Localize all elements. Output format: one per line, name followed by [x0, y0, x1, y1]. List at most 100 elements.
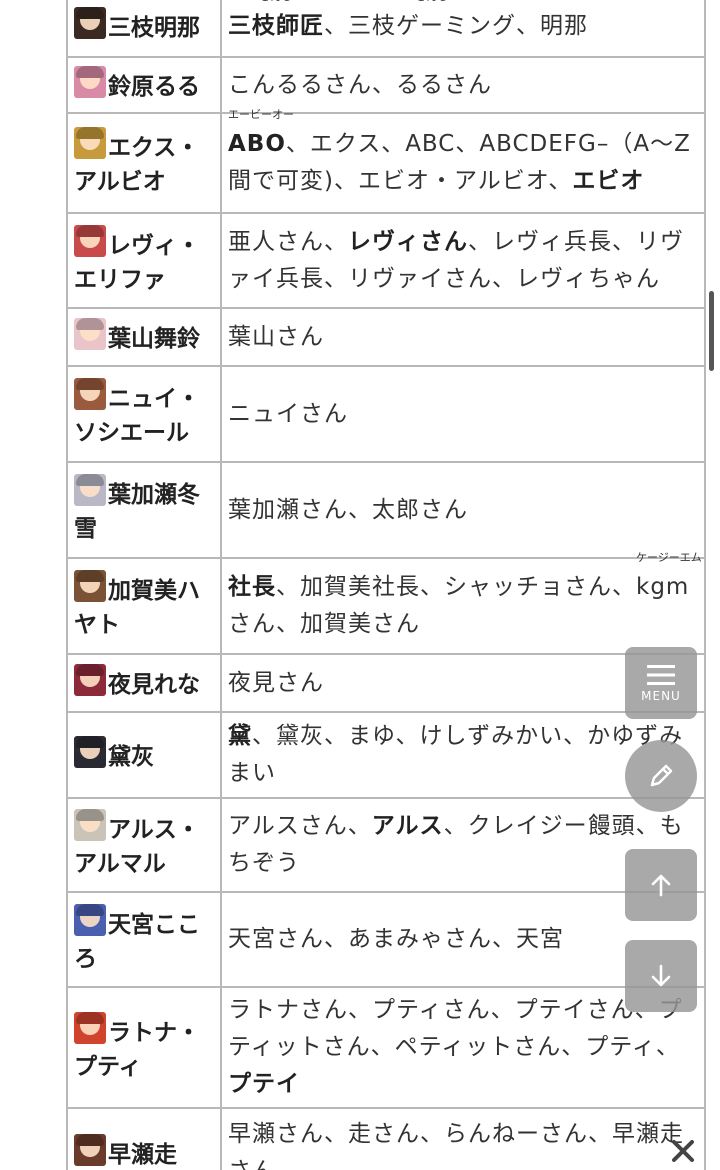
nickname-cell: 葉山さん — [220, 307, 706, 367]
nickname-segment: さん、加賀美さん — [228, 611, 420, 637]
avatar-icon — [74, 809, 106, 841]
table-row: 黛灰 黛、黛灰、まゆ、けしずみかい、かゆずみまい — [66, 711, 706, 799]
table-row: ラトナ・プティ ラトナさん、プティさん、プテイさん、プティットさん、ペティットさん… — [66, 986, 706, 1109]
nickname-text: さんし三枝師匠、 さんし三枝ゲーミング、明那 — [228, 0, 588, 39]
nickname-segment: 三枝ゲーミング — [348, 12, 516, 39]
furigana-text: エービーオー — [228, 108, 294, 121]
avatar-icon — [74, 378, 106, 410]
nickname-segment: 、加賀美社長、シャッチョさん、 — [276, 574, 636, 600]
nickname-text: 黛、黛灰、まゆ、けしずみかい、かゆずみまい — [228, 723, 683, 786]
close-icon[interactable] — [670, 1138, 696, 1164]
pencil-icon — [650, 764, 673, 787]
member-name: 夜見れな — [108, 672, 200, 698]
nickname-segment: 天宮さん、あまみゃさん、天宮 — [228, 926, 564, 952]
member-name: 鈴原るる — [108, 74, 200, 100]
arrow-down-icon — [651, 964, 671, 987]
nickname-text: エービーオー ABO、エクス、ABC、ABCDEFG–（A〜Z間で可変)、エビオ・… — [228, 109, 691, 194]
nickname-cell: 社長、加賀美社長、シャッチョさん、 ケージーエム kgm さん、加賀美さん — [220, 552, 706, 655]
furigana-text: ケージーエム — [636, 551, 702, 564]
avatar-icon — [74, 66, 106, 98]
nickname-segment: ニュイさん — [228, 400, 348, 427]
nickname-text: 葉山さん — [228, 324, 324, 350]
nickname-cell: ニュイさん — [220, 365, 706, 463]
nickname-segment: 葉山さん — [228, 323, 324, 350]
avatar-icon — [74, 736, 106, 768]
member-name: 早瀬走 — [108, 1142, 177, 1168]
member-name-cell: 三枝明那 — [66, 0, 222, 58]
member-name-cell: アルス・アルマル — [66, 797, 222, 893]
member-name-cell: ラトナ・プティ — [66, 986, 222, 1109]
arrow-up-icon — [651, 874, 671, 897]
avatar-icon — [74, 664, 106, 696]
ruby-word: さんし三枝師匠 — [228, 0, 324, 45]
menu-button[interactable]: MENU — [625, 647, 697, 719]
member-name-cell: 夜見れな — [66, 653, 222, 713]
avatar-icon — [74, 224, 106, 257]
avatar-icon — [74, 1011, 106, 1044]
member-name-cell: 加賀美ハヤト — [66, 557, 222, 655]
member-name-cell: レヴィ・エリファ — [66, 212, 222, 309]
nickname-segment: 、明那 — [516, 12, 588, 39]
table-body: 三枝明那さんし三枝師匠、さんし三枝ゲーミング、明那鈴原るるこんるるさん、るるさん… — [66, 0, 706, 1170]
table-row: 三枝明那さんし三枝師匠、さんし三枝ゲーミング、明那 — [66, 0, 706, 58]
table-row: 加賀美ハヤト 社長、加賀美社長、シャッチョさん、 ケージーエム kgm さん、加賀美さん — [66, 552, 706, 655]
nickname-segment: 黛 — [228, 723, 252, 749]
nickname-text: ラトナさん、プティさん、プテイさん、プティットさん、ペティットさん、プティ、プテ… — [228, 997, 683, 1097]
ruby-word: エービーオー ABO — [228, 109, 294, 163]
hamburger-icon — [647, 665, 675, 685]
ruby-word: ケージーエム kgm — [636, 552, 702, 606]
nickname-segment: アルスさん、 — [228, 813, 372, 839]
member-name-cell: 天宮こころ — [66, 891, 222, 988]
table-row: アルス・アルマル アルスさん、アルス、クレイジー饅頭、もちぞう — [66, 797, 706, 893]
table-row: 葉山舞鈴 葉山さん — [66, 307, 706, 367]
nickname-table: 三枝明那さんし三枝師匠、さんし三枝ゲーミング、明那鈴原るるこんるるさん、るるさん… — [66, 0, 706, 1170]
nickname-segment: 、黛灰、まゆ、けしずみかい、かゆずみまい — [228, 723, 684, 786]
nickname-segment: エビオ — [572, 168, 645, 194]
nickname-segment: アルス — [371, 813, 444, 839]
nickname-segment: ラトナさん、プティさん、プテイさん、プティットさん、ペティットさん、プティ、 — [228, 997, 683, 1060]
nickname-segment: 亜人さん、 — [228, 228, 348, 255]
member-name: 黛灰 — [108, 744, 154, 770]
nickname-text: 夜見さん — [228, 670, 324, 696]
member-name-cell: 鈴原るる — [66, 56, 222, 114]
nickname-text: 社長、加賀美社長、シャッチョさん、 ケージーエム kgm さん、加賀美さん — [228, 552, 702, 637]
avatar-icon — [74, 318, 106, 350]
nickname-cell: エービーオー ABO、エクス、ABC、ABCDEFG–（A〜Z間で可変)、エビオ・… — [220, 109, 706, 214]
table-row: 葉加瀬冬雪 葉加瀬さん、太郎さん — [66, 461, 706, 559]
table-row: 鈴原るる こんるるさん、るるさん — [66, 56, 706, 114]
nickname-cell: 葉加瀬さん、太郎さん — [220, 461, 706, 559]
member-name-cell: 早瀬走 — [66, 1107, 222, 1170]
member-name: 三枝明那 — [108, 15, 200, 41]
table-row: レヴィ・エリファ 亜人さん、レヴィさん、レヴィ兵長、リヴァイ兵長、リヴァイさん、レ… — [66, 212, 706, 309]
avatar-icon — [74, 127, 106, 159]
nickname-segment: ABO — [228, 131, 286, 157]
member-name-cell: 葉加瀬冬雪 — [66, 461, 222, 559]
nickname-segment: 三枝師匠 — [228, 12, 324, 39]
furigana-text: さんし — [348, 0, 516, 2]
member-name: 葉山舞鈴 — [108, 326, 200, 352]
table-row: 早瀬走 早瀬さん、走さん、らんねーさん、早瀬走さん — [66, 1107, 706, 1170]
edit-button[interactable] — [625, 740, 697, 812]
page: 三枝明那さんし三枝師匠、さんし三枝ゲーミング、明那鈴原るるこんるるさん、るるさん… — [0, 0, 720, 1170]
ruby-word: さんし三枝ゲーミング — [348, 0, 516, 45]
nickname-segment: 、 — [324, 12, 348, 39]
furigana-text: さんし — [228, 0, 324, 2]
scrollbar-thumb[interactable] — [709, 291, 714, 371]
member-name-cell: 葉山舞鈴 — [66, 307, 222, 367]
nickname-cell: さんし三枝師匠、さんし三枝ゲーミング、明那 — [220, 0, 706, 58]
nickname-segment: kgm — [636, 574, 690, 600]
nickname-text: こんるるさん、るるさん — [228, 72, 492, 98]
nickname-segment: 社長 — [228, 574, 276, 600]
nickname-text: 早瀬さん、走さん、らんねーさん、早瀬走さん — [228, 1121, 684, 1170]
scroll-up-button[interactable] — [625, 849, 697, 921]
table-row: 天宮こころ 天宮さん、あまみゃさん、天宮 — [66, 891, 706, 988]
menu-label: MENU — [641, 689, 681, 703]
nickname-text: ニュイさん — [228, 401, 348, 427]
nickname-segment: 夜見さん — [228, 669, 324, 696]
table-row: ニュイ・ソシエール ニュイさん — [66, 365, 706, 463]
avatar-icon — [74, 7, 106, 39]
nickname-text: アルスさん、アルス、クレイジー饅頭、もちぞう — [228, 813, 684, 876]
scroll-down-button[interactable] — [625, 940, 697, 1012]
table-row: エクス・アルビオ エービーオー ABO、エクス、ABC、ABCDEFG–（A〜Z間で… — [66, 109, 706, 214]
avatar-icon — [74, 903, 106, 936]
